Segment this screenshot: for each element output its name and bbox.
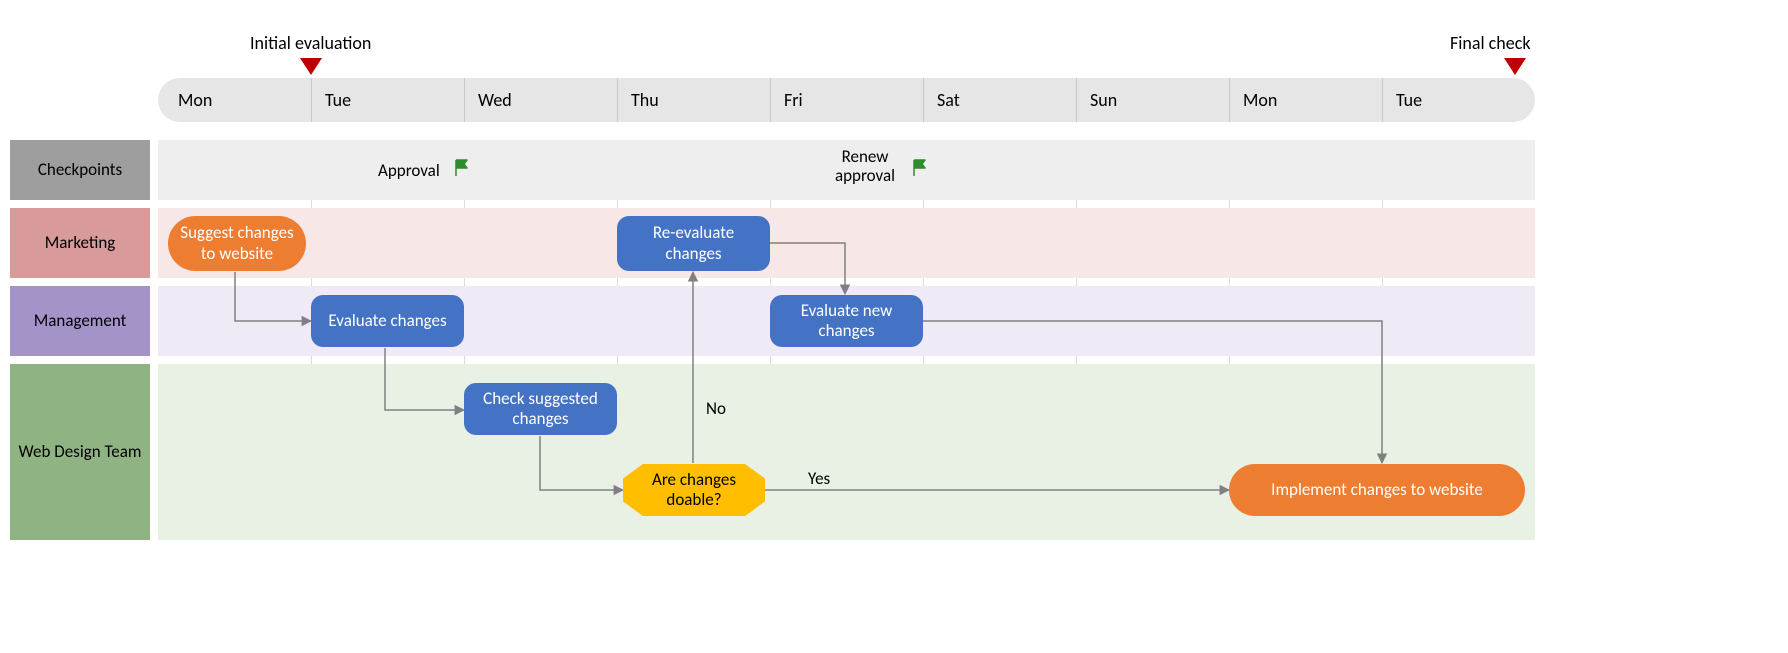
node-reeval: Re-evaluate changes (617, 216, 770, 271)
day-label: Mon (1243, 78, 1277, 122)
node-evaluate: Evaluate changes (311, 295, 464, 347)
lane-header-marketing: Marketing (10, 208, 150, 278)
day-label: Tue (1396, 78, 1422, 122)
lane-header-checkpoints: Checkpoints (10, 140, 150, 200)
day-label: Tue (325, 78, 351, 122)
day-divider (311, 78, 312, 122)
node-eval-new: Evaluate new changes (770, 295, 923, 347)
day-divider (1382, 78, 1383, 122)
lane-header-management: Management (10, 286, 150, 356)
day-divider (617, 78, 618, 122)
milestone-label-initial: Initial evaluation (250, 32, 371, 54)
edge-label-no: No (706, 398, 726, 419)
flag-icon (452, 158, 472, 178)
day-divider (1229, 78, 1230, 122)
node-suggest: Suggest changes to website (168, 216, 306, 271)
node-decision: Are changes doable? (623, 464, 765, 516)
day-label: Mon (178, 78, 212, 122)
day-label: Fri (784, 78, 803, 122)
edge-label-yes: Yes (808, 468, 830, 489)
day-label: Sun (1090, 78, 1117, 122)
day-divider (770, 78, 771, 122)
lane-header-webdesign: Web Design Team (10, 364, 150, 540)
milestone-marker-initial (300, 58, 322, 75)
node-check: Check suggested changes (464, 383, 617, 435)
day-divider (1076, 78, 1077, 122)
flag-icon (910, 158, 930, 178)
checkpoint-approval-label: Approval (378, 160, 440, 181)
swimlane-diagram: Initial evaluation Final check Mon Tue W… (0, 0, 1788, 653)
day-divider (923, 78, 924, 122)
day-label: Sat (937, 78, 960, 122)
checkpoint-renew-label: Renew approval (830, 148, 900, 185)
lane-body-marketing (158, 208, 1535, 278)
day-label: Thu (631, 78, 659, 122)
milestone-marker-final (1504, 58, 1526, 75)
day-label: Wed (478, 78, 512, 122)
node-implement: Implement changes to website (1229, 464, 1525, 516)
day-bar (158, 78, 1535, 122)
day-divider (464, 78, 465, 122)
milestone-label-final: Final check (1450, 32, 1531, 54)
